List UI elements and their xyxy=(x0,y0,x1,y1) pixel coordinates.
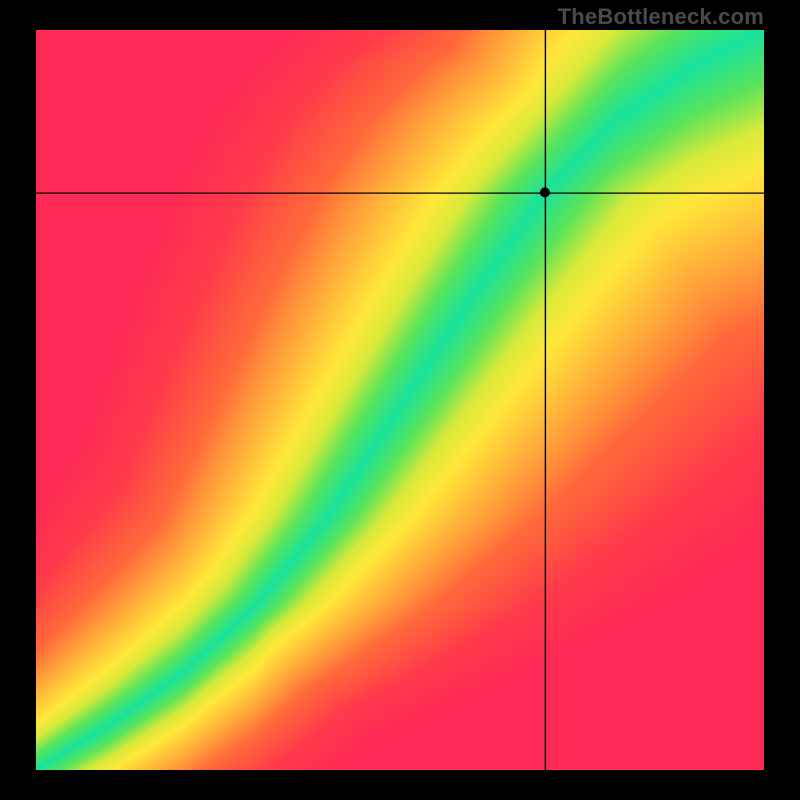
heatmap-plot xyxy=(36,30,764,770)
heatmap-canvas xyxy=(36,30,764,770)
watermark-label: TheBottleneck.com xyxy=(558,4,764,30)
chart-frame: TheBottleneck.com xyxy=(0,0,800,800)
